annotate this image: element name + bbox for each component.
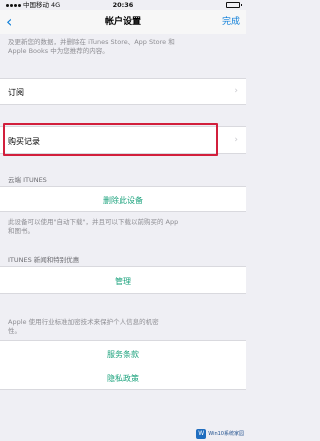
purchase-history-cell[interactable]: 购买记录 › (0, 126, 246, 154)
cloud-itunes-footer: 此设备可以使用"自动下载"，并且可以下载以前购买的 App 和图书。 (8, 218, 240, 236)
watermark-title: Win10系统家园 (208, 431, 244, 437)
legal-links-cell: 服务条款 隐私政策 (0, 340, 246, 390)
status-right (226, 2, 242, 8)
chevron-right-icon: › (234, 86, 238, 96)
top-note: 及更新您的数据，并删除在 iTunes Store、App Store 和 Ap… (8, 38, 240, 56)
manage-cell[interactable]: 管理 (0, 266, 246, 294)
subscriptions-cell[interactable]: 订阅 › (0, 78, 246, 105)
terms-of-service-link[interactable]: 服务条款 (0, 349, 246, 360)
watermark-text: Win10系统家园 (208, 431, 244, 437)
cloud-footer-line-2: 和图书。 (8, 227, 34, 235)
remove-device-link[interactable]: 删除此设备 (0, 195, 246, 206)
manage-link[interactable]: 管理 (0, 276, 246, 287)
news-footer-line-2: 性。 (8, 327, 21, 335)
top-note-line-2: Apple Books 中为您推荐的内容。 (8, 47, 109, 55)
status-time: 20:36 (112, 1, 134, 9)
itunes-news-footer: Apple 使用行业标准加密技术来保护个人信息的机密 性。 (8, 318, 240, 336)
navigation-bar: ‹ 帐户设置 完成 (0, 10, 246, 34)
watermark: W Win10系统家园 (196, 429, 244, 439)
itunes-news-header: ITUNES 新闻和特别优惠 (8, 256, 80, 264)
purchase-history-label: 购买记录 (8, 137, 40, 146)
cloud-footer-line-1: 此设备可以使用"自动下载"，并且可以下载以前购买的 App (8, 218, 179, 226)
top-note-line-1: 及更新您的数据，并删除在 iTunes Store、App Store 和 (8, 38, 175, 46)
hide-devices-cell[interactable]: 删除此设备 (0, 186, 246, 212)
battery-icon (226, 2, 242, 8)
watermark-logo: W (196, 429, 207, 439)
cloud-itunes-header: 云端 ITUNES (8, 176, 47, 184)
page-title: 帐户设置 (104, 17, 141, 27)
status-bar: 中国移动 4G 20:36 (0, 0, 246, 10)
privacy-policy-link[interactable]: 隐私政策 (0, 373, 246, 384)
subscriptions-label: 订阅 (8, 88, 24, 97)
news-footer-line-1: Apple 使用行业标准加密技术来保护个人信息的机密 (8, 318, 159, 326)
chevron-right-icon: › (234, 135, 238, 145)
done-button[interactable]: 完成 (222, 10, 240, 34)
